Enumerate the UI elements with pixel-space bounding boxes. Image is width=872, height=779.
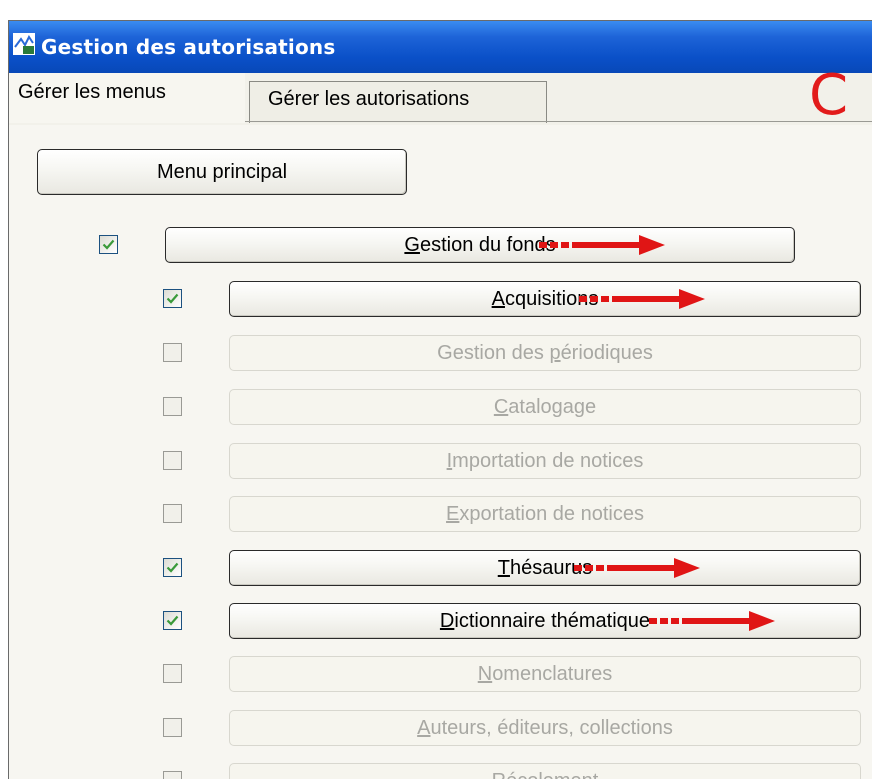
menu-item-button[interactable]: Exportation de notices [229,496,861,532]
app-icon [13,33,35,55]
menu-item-label: Exportation de notices [446,503,644,525]
title-bar: Gestion des autorisations [9,21,872,73]
menu-item-button[interactable]: Nomenclatures [229,656,861,692]
menu-item-checkbox[interactable] [163,504,182,523]
menu-item-accelerator-key: E [446,503,460,525]
menu-item-label: Auteurs, éditeurs, collections [417,717,673,739]
checkmark-icon [166,615,179,626]
menu-item-checkbox[interactable] [163,397,182,416]
menu-item-checkbox[interactable] [163,718,182,737]
menu-item-label-prefix: Gestion des [437,342,550,364]
menu-item-checkbox[interactable] [163,451,182,470]
menu-item-checkbox[interactable] [163,343,182,362]
menu-item-label-rest: estion du fonds [419,234,556,256]
menu-item-button[interactable]: Gestion du fonds [165,227,795,263]
annotation-arrow-icon [574,558,700,578]
menu-item-accelerator-key: D [439,610,455,632]
menu-item-checkbox[interactable] [163,611,182,630]
menu-item-accelerator-key: A [417,717,431,739]
menu-item-checkbox[interactable] [163,664,182,683]
menu-item-button[interactable]: Acquisitions [229,281,861,317]
tab-gerer-les-menus[interactable]: Gérer les menus [9,73,245,123]
logo-letter: C [809,63,849,128]
menu-item-label: Nomenclatures [478,663,613,685]
menu-item-label: Dictionnaire thématique [440,610,650,632]
menu-item-button[interactable]: Récolement [229,763,861,779]
menu-item-label-rest: omenclatures [492,663,613,685]
main-menu-button-label: Menu principal [156,161,288,183]
menu-item-label-rest: ériodiques [560,342,653,364]
menu-item-label-rest: ictionnaire thématique [454,610,651,632]
menu-item-label: Catalogage [494,396,596,418]
application-window: Gestion des autorisations Gérer les menu… [8,20,872,779]
menu-item-label: Gestion des périodiques [437,342,653,364]
menu-item-accelerator-key: N [477,663,493,685]
menu-item-label: Importation de notices [447,450,644,472]
menu-permissions-panel: Menu principal Gestion du fonds Acquisiti… [9,125,872,779]
menu-item-button[interactable]: Catalogage [229,389,861,425]
menu-item-accelerator-key: C [493,396,509,418]
annotation-arrow-icon [649,611,775,631]
menu-item-label-rest: xportation de notices [459,503,644,525]
checkmark-icon [166,562,179,573]
menu-item-button[interactable]: Thésaurus [229,550,861,586]
menu-item-label: Gestion du fonds [404,234,555,256]
annotation-arrow-icon [539,235,665,255]
menu-item-checkbox[interactable] [163,289,182,308]
menu-item-checkbox[interactable] [99,235,118,254]
menu-item-accelerator-key: G [404,234,420,256]
menu-item-label-rest: atalogage [508,396,597,418]
tab-divider [245,121,872,122]
menu-item-button[interactable]: Gestion des périodiques [229,335,861,371]
menu-item-label-rest: mportation de notices [452,450,644,472]
window-title: Gestion des autorisations [41,35,336,59]
menu-item-accelerator-key: A [491,288,505,310]
menu-item-button[interactable]: Auteurs, éditeurs, collections [229,710,861,746]
menu-item-button[interactable]: Importation de notices [229,443,861,479]
checkmark-icon [102,239,115,250]
main-menu-button[interactable]: Menu principal [37,149,407,195]
menu-item-label-rest: uteurs, éditeurs, collections [430,717,673,739]
checkmark-icon [166,293,179,304]
annotation-arrow-icon [579,289,705,309]
menu-item-accelerator-key: T [497,557,510,579]
menu-item-accelerator-key: p [549,342,561,364]
tab-gerer-les-autorisations[interactable]: Gérer les autorisations [249,81,547,123]
menu-item-checkbox[interactable] [163,558,182,577]
